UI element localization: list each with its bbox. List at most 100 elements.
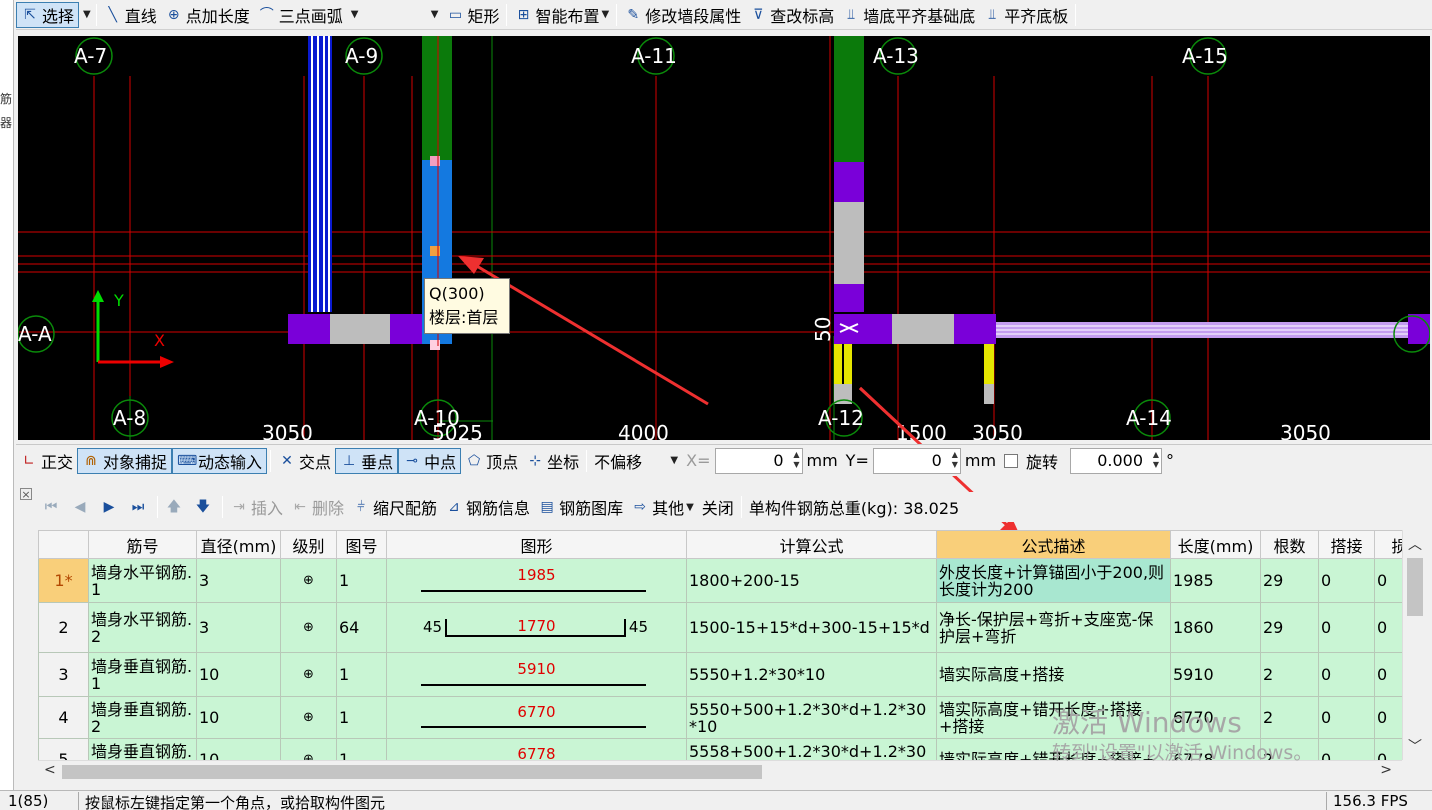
row-number[interactable]: 3: [38, 652, 89, 697]
shape-cell[interactable]: 6770: [386, 696, 687, 739]
figure-no-cell[interactable]: 1: [336, 558, 387, 603]
bar-name-cell[interactable]: 墙身水平钢筋.1: [88, 558, 197, 603]
wall-bottom-align-button[interactable]: ⫫ 墙底平齐基础底: [838, 2, 979, 28]
modify-wall-attr-button[interactable]: ✎ 修改墙段属性: [620, 2, 745, 28]
scroll-right-icon[interactable]: >: [1380, 762, 1392, 778]
rotate-checkbox[interactable]: 旋转: [1000, 448, 1062, 474]
grade-cell[interactable]: ⊕: [280, 652, 337, 697]
scroll-down-icon[interactable]: ﹀: [1403, 736, 1427, 756]
count-cell[interactable]: 2: [1260, 738, 1319, 760]
bar-name-cell[interactable]: 墙身垂直钢筋.3: [88, 738, 197, 760]
header-diameter[interactable]: 直径(mm): [196, 530, 281, 559]
figure-no-cell[interactable]: 1: [336, 652, 387, 697]
count-cell[interactable]: 29: [1260, 558, 1319, 603]
dynamic-input-toggle[interactable]: ⌨ 动态输入: [172, 447, 268, 474]
align-slab-button[interactable]: ⫫ 平齐底板: [979, 2, 1072, 28]
table-vertical-scrollbar[interactable]: ︿ ﹀: [1402, 530, 1426, 760]
length-cell[interactable]: 6778: [1170, 738, 1261, 760]
coordinate-snap-toggle[interactable]: ⊹ 坐标: [522, 448, 583, 474]
perpendicular-snap-toggle[interactable]: ⊥ 垂点: [335, 447, 399, 474]
header-loss[interactable]: 损: [1374, 530, 1402, 559]
count-cell[interactable]: 2: [1260, 652, 1319, 697]
next-record-button[interactable]: ▶: [96, 494, 125, 520]
header-shape[interactable]: 图形: [386, 530, 687, 559]
count-cell[interactable]: 29: [1260, 602, 1319, 653]
table-row[interactable]: 3 墙身垂直钢筋.1 10 ⊕ 1 5910 5550+1.2*30*10 墙实…: [38, 652, 1402, 697]
length-cell[interactable]: 5910: [1170, 652, 1261, 697]
diameter-cell[interactable]: 10: [196, 696, 281, 739]
header-formula-desc[interactable]: 公式描述: [936, 530, 1171, 559]
rebar-info-button[interactable]: ⊿ 钢筋信息: [441, 494, 534, 520]
select-tool-button[interactable]: ⇱ 选择: [16, 1, 80, 28]
close-button[interactable]: 关闭: [698, 494, 738, 520]
header-lap[interactable]: 搭接: [1318, 530, 1375, 559]
grade-cell[interactable]: ⊕: [280, 738, 337, 760]
table-row[interactable]: 2 墙身水平钢筋.2 3 ⊕ 64 45 1770 45 1500-15+15*…: [38, 602, 1402, 653]
table-row[interactable]: 5 墙身垂直钢筋.3 10 ⊕ 1 6778 5558+500+1.2*30*d…: [38, 738, 1402, 760]
loss-cell[interactable]: 0: [1374, 558, 1402, 603]
header-figure-no[interactable]: 图号: [336, 530, 387, 559]
diameter-cell[interactable]: 10: [196, 652, 281, 697]
header-bar-name[interactable]: 筋号: [88, 530, 197, 559]
formula-desc-cell[interactable]: 净长-保护层+弯折+支座宽-保护层+弯折: [936, 602, 1171, 653]
panel-close-icon[interactable]: ×: [20, 488, 32, 500]
loss-cell[interactable]: 0: [1374, 602, 1402, 653]
spinner-icon[interactable]: ▲ ▼: [793, 450, 799, 470]
formula-cell[interactable]: 1800+200-15: [686, 558, 937, 603]
header-formula[interactable]: 计算公式: [686, 530, 937, 559]
formula-desc-cell[interactable]: 墙实际高度+错开长度+搭接+搭接: [936, 696, 1171, 739]
lap-cell[interactable]: 0: [1318, 558, 1375, 603]
length-cell[interactable]: 1860: [1170, 602, 1261, 653]
header-length[interactable]: 长度(mm): [1170, 530, 1261, 559]
formula-desc-cell[interactable]: 墙实际高度+错开长度+搭接+: [936, 738, 1171, 760]
diameter-cell[interactable]: 3: [196, 558, 281, 603]
row-number[interactable]: 5: [38, 738, 89, 760]
scroll-left-icon[interactable]: <: [44, 762, 56, 778]
table-row[interactable]: 4 墙身垂直钢筋.2 10 ⊕ 1 6770 5550+500+1.2*30*d…: [38, 696, 1402, 739]
insert-button[interactable]: ⇥ 插入: [226, 494, 287, 520]
prev-record-button[interactable]: ◀: [67, 494, 96, 520]
bar-name-cell[interactable]: 墙身垂直钢筋.1: [88, 652, 197, 697]
scroll-up-icon[interactable]: ︿: [1403, 534, 1427, 554]
shape-cell[interactable]: 45 1770 45: [386, 602, 687, 653]
formula-desc-cell[interactable]: 外皮长度+计算锚固小于200,则长度计为200: [936, 558, 1171, 603]
move-up-button[interactable]: 🡅: [161, 494, 190, 520]
grade-cell[interactable]: ⊕: [280, 696, 337, 739]
table-row[interactable]: 1* 墙身水平钢筋.1 3 ⊕ 1 1985 1800+200-15 外皮长度+…: [38, 558, 1402, 603]
loss-cell[interactable]: 0: [1374, 738, 1402, 760]
formula-cell[interactable]: 5550+500+1.2*30*d+1.2*30*10: [686, 696, 937, 739]
arc-type-dropdown[interactable]: ▼: [362, 2, 442, 28]
point-length-tool-button[interactable]: ⊕ 点加长度: [161, 2, 254, 28]
first-record-button[interactable]: ⏮: [38, 494, 67, 520]
three-point-arc-tool-button[interactable]: ⌒ 三点画弧 ▼: [254, 2, 363, 28]
select-dropdown-button[interactable]: ▼: [79, 2, 93, 28]
length-cell[interactable]: 6770: [1170, 696, 1261, 739]
offset-mode-dropdown[interactable]: 不偏移 ▼: [590, 448, 682, 474]
diameter-cell[interactable]: 3: [196, 602, 281, 653]
figure-no-cell[interactable]: 1: [336, 696, 387, 739]
scale-rebar-button[interactable]: ⫩ 缩尺配筋: [348, 494, 441, 520]
shape-cell[interactable]: 6778: [386, 738, 687, 760]
loss-cell[interactable]: 0: [1374, 652, 1402, 697]
check-elevation-button[interactable]: ⊽ 查改标高: [745, 2, 838, 28]
lap-cell[interactable]: 0: [1318, 652, 1375, 697]
bar-name-cell[interactable]: 墙身垂直钢筋.2: [88, 696, 197, 739]
vertical-scroll-thumb[interactable]: [1407, 558, 1423, 616]
object-snap-toggle[interactable]: ⋒ 对象捕捉: [77, 447, 173, 474]
lap-cell[interactable]: 0: [1318, 738, 1375, 760]
header-grade[interactable]: 级别: [280, 530, 337, 559]
intersection-snap-toggle[interactable]: ✕ 交点: [274, 448, 335, 474]
x-offset-input[interactable]: 0 ▲ ▼: [714, 447, 803, 474]
grade-cell[interactable]: ⊕: [280, 602, 337, 653]
header-count[interactable]: 根数: [1260, 530, 1319, 559]
formula-cell[interactable]: 1500-15+15*d+300-15+15*d: [686, 602, 937, 653]
loss-cell[interactable]: 0: [1374, 696, 1402, 739]
row-number[interactable]: 2: [38, 602, 89, 653]
other-menu-button[interactable]: ⇨ 其他 ▼: [627, 494, 698, 520]
figure-no-cell[interactable]: 1: [336, 738, 387, 760]
line-tool-button[interactable]: ╲ 直线: [100, 2, 161, 28]
figure-no-cell[interactable]: 64: [336, 602, 387, 653]
horizontal-scroll-thumb[interactable]: [62, 765, 762, 779]
rectangle-tool-button[interactable]: ▭ 矩形: [442, 2, 503, 28]
row-number[interactable]: 4: [38, 696, 89, 739]
